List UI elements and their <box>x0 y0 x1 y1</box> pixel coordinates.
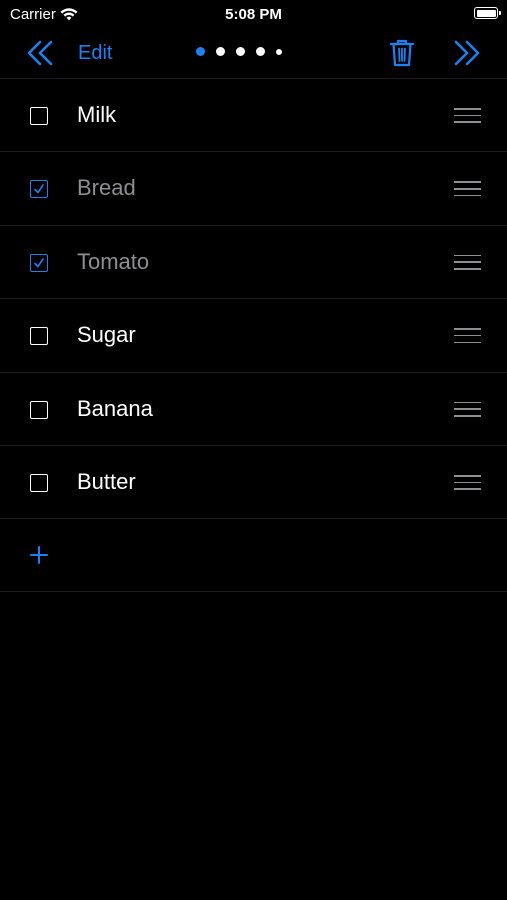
page-dot[interactable] <box>276 48 282 55</box>
back-button[interactable] <box>22 36 58 70</box>
add-item-button[interactable] <box>29 545 49 565</box>
page-dot[interactable] <box>256 47 265 56</box>
navigation-bar: Edit <box>0 28 507 78</box>
drag-handle-icon[interactable] <box>454 181 481 197</box>
list-item[interactable]: Milk <box>0 79 507 153</box>
item-label: Bread <box>77 175 136 201</box>
list-item[interactable]: Bread <box>0 152 507 226</box>
forward-button[interactable] <box>449 36 485 70</box>
page-dot[interactable] <box>196 47 205 56</box>
checkmark-icon <box>34 184 44 194</box>
item-label: Banana <box>77 395 153 421</box>
item-checkbox[interactable] <box>30 180 48 199</box>
add-item-row[interactable] <box>0 519 507 593</box>
item-label: Tomato <box>77 248 150 274</box>
item-label: Sugar <box>77 322 136 348</box>
drag-handle-icon[interactable] <box>454 108 481 123</box>
delete-button[interactable] <box>386 36 418 70</box>
trash-icon <box>389 39 415 67</box>
drag-handle-icon[interactable] <box>454 474 481 490</box>
drag-handle-icon[interactable] <box>454 254 481 270</box>
item-checkbox[interactable] <box>30 400 48 419</box>
page-dot[interactable] <box>216 47 225 56</box>
status-time: 5:08 PM <box>225 6 282 23</box>
drag-handle-icon[interactable] <box>454 401 481 417</box>
drag-handle-icon[interactable] <box>454 328 481 344</box>
list-item[interactable]: Banana <box>0 373 507 446</box>
item-checkbox[interactable] <box>30 253 48 272</box>
item-checkbox[interactable] <box>30 473 48 492</box>
item-checkbox[interactable] <box>30 327 48 346</box>
list-item[interactable]: Tomato <box>0 226 507 300</box>
page-dot[interactable] <box>236 47 245 56</box>
shopping-list: Milk Bread Tomato Sugar Banana Butter <box>0 79 507 593</box>
item-checkbox[interactable] <box>30 107 48 125</box>
double-chevron-right-icon <box>454 40 480 66</box>
list-item[interactable]: Butter <box>0 446 507 520</box>
edit-button[interactable]: Edit <box>78 36 112 70</box>
checkmark-icon <box>34 257 44 268</box>
list-item[interactable]: Sugar <box>0 299 507 373</box>
battery-icon <box>474 7 501 19</box>
status-bar: Carrier 5:08 PM <box>0 0 507 28</box>
item-label: Milk <box>77 102 117 127</box>
plus-icon <box>30 546 48 565</box>
double-chevron-left-icon <box>27 40 53 66</box>
page-indicator[interactable] <box>196 47 282 56</box>
item-label: Butter <box>77 468 136 494</box>
